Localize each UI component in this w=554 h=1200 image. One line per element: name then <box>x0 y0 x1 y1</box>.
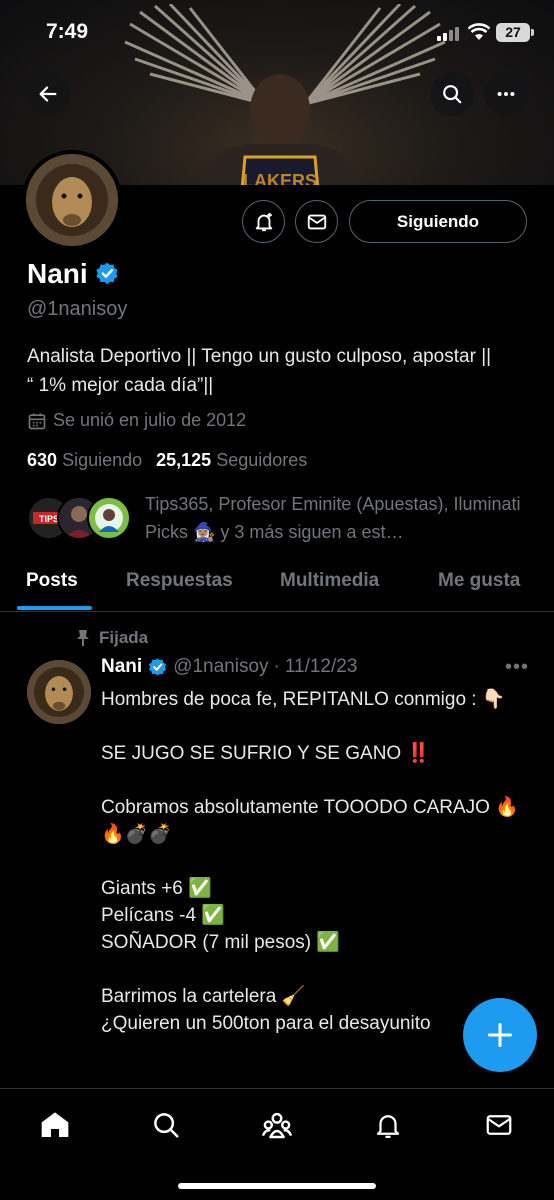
status-time: 7:49 <box>46 20 89 43</box>
tab-media[interactable]: Multimedia <box>280 570 379 592</box>
join-date-text: Se unió en julio de 2012 <box>53 410 247 430</box>
search-button[interactable] <box>430 72 474 116</box>
notifications-toggle-button[interactable] <box>242 200 285 243</box>
status-bar: 7:49 27 <box>0 0 554 62</box>
profile-name-row: Nani <box>27 258 120 290</box>
tab-replies[interactable]: Respuestas <box>126 570 233 592</box>
following-button[interactable]: Siguiendo <box>349 200 527 243</box>
pin-icon <box>77 630 89 646</box>
nav-search[interactable] <box>148 1107 184 1143</box>
more-horizontal-icon <box>497 91 515 97</box>
battery-icon: 27 <box>496 23 534 42</box>
bell-icon <box>376 1115 400 1138</box>
envelope-icon <box>307 214 326 229</box>
home-indicator[interactable] <box>178 1183 376 1189</box>
verified-badge-icon <box>149 657 167 676</box>
cellular-signal-icon <box>437 27 459 41</box>
tab-posts[interactable]: Posts <box>26 570 78 592</box>
join-date: Se unió en julio de 2012 <box>27 410 246 431</box>
compose-post-button[interactable] <box>463 998 537 1072</box>
player-image: LAKERS <box>196 74 364 185</box>
post-header: Nani @1nanisoy · 11/12/23 <box>101 656 357 678</box>
following-count: 630 <box>27 450 58 470</box>
known-followers-avatars[interactable]: TIPS <box>27 490 137 540</box>
post-author-name[interactable]: Nani <box>101 656 142 678</box>
tab-likes[interactable]: Me gusta <box>438 570 520 592</box>
home-icon <box>41 1112 69 1137</box>
plus-icon <box>487 1022 513 1048</box>
pinned-label: Fijada <box>99 628 149 647</box>
profile-avatar[interactable] <box>22 150 122 250</box>
post-separator: · <box>273 656 280 677</box>
pinned-indicator: Fijada <box>75 628 148 648</box>
nav-home[interactable] <box>37 1107 73 1143</box>
profile-bio: Analista Deportivo || Tengo un gusto cul… <box>27 346 492 396</box>
nav-communities[interactable] <box>259 1107 295 1143</box>
profile-tabs: Posts Respuestas Multimedia Me gusta <box>0 560 554 612</box>
bell-plus-icon <box>255 212 272 231</box>
arrow-left-icon <box>39 86 57 102</box>
post-more-button[interactable]: ••• <box>505 656 529 679</box>
message-button[interactable] <box>295 200 338 243</box>
followers-count: 25,125 <box>156 450 212 470</box>
follow-stats: 630 Siguiendo 25,125 Seguidores <box>27 450 307 471</box>
search-icon <box>154 1113 179 1138</box>
post-date[interactable]: 11/12/23 <box>285 656 358 678</box>
profile-handle: @1nanisoy <box>27 298 128 320</box>
known-followers-text[interactable]: Tips365, Profesor Eminite (Apuestas), Il… <box>145 490 525 546</box>
verified-badge-icon[interactable] <box>94 261 120 287</box>
nav-messages[interactable] <box>481 1107 517 1143</box>
wifi-icon <box>468 23 490 40</box>
communities-icon <box>261 1112 293 1139</box>
envelope-icon <box>486 1115 512 1135</box>
following-label: Siguiendo <box>62 450 143 470</box>
more-options-button[interactable] <box>484 72 528 116</box>
profile-name: Nani <box>27 258 88 289</box>
back-button[interactable] <box>26 72 70 116</box>
known-avatar-label: TIPS <box>39 514 59 524</box>
jersey-text: LAKERS <box>243 171 317 185</box>
followers-stat[interactable]: 25,125 Seguidores <box>156 450 307 471</box>
post-author-handle: @1nanisoy <box>173 656 269 677</box>
lion-avatar-image <box>26 154 118 246</box>
search-icon <box>443 85 462 104</box>
post-author-avatar[interactable] <box>27 660 91 724</box>
followers-label: Seguidores <box>216 450 308 470</box>
known-follower-avatar <box>87 496 131 540</box>
nav-notifications[interactable] <box>370 1107 406 1143</box>
post-text[interactable]: Hombres de poca fe, REPITANLO conmigo : … <box>101 686 541 1037</box>
calendar-icon <box>28 413 46 429</box>
active-tab-indicator <box>17 606 92 610</box>
following-stat[interactable]: 630 Siguiendo <box>27 450 142 471</box>
